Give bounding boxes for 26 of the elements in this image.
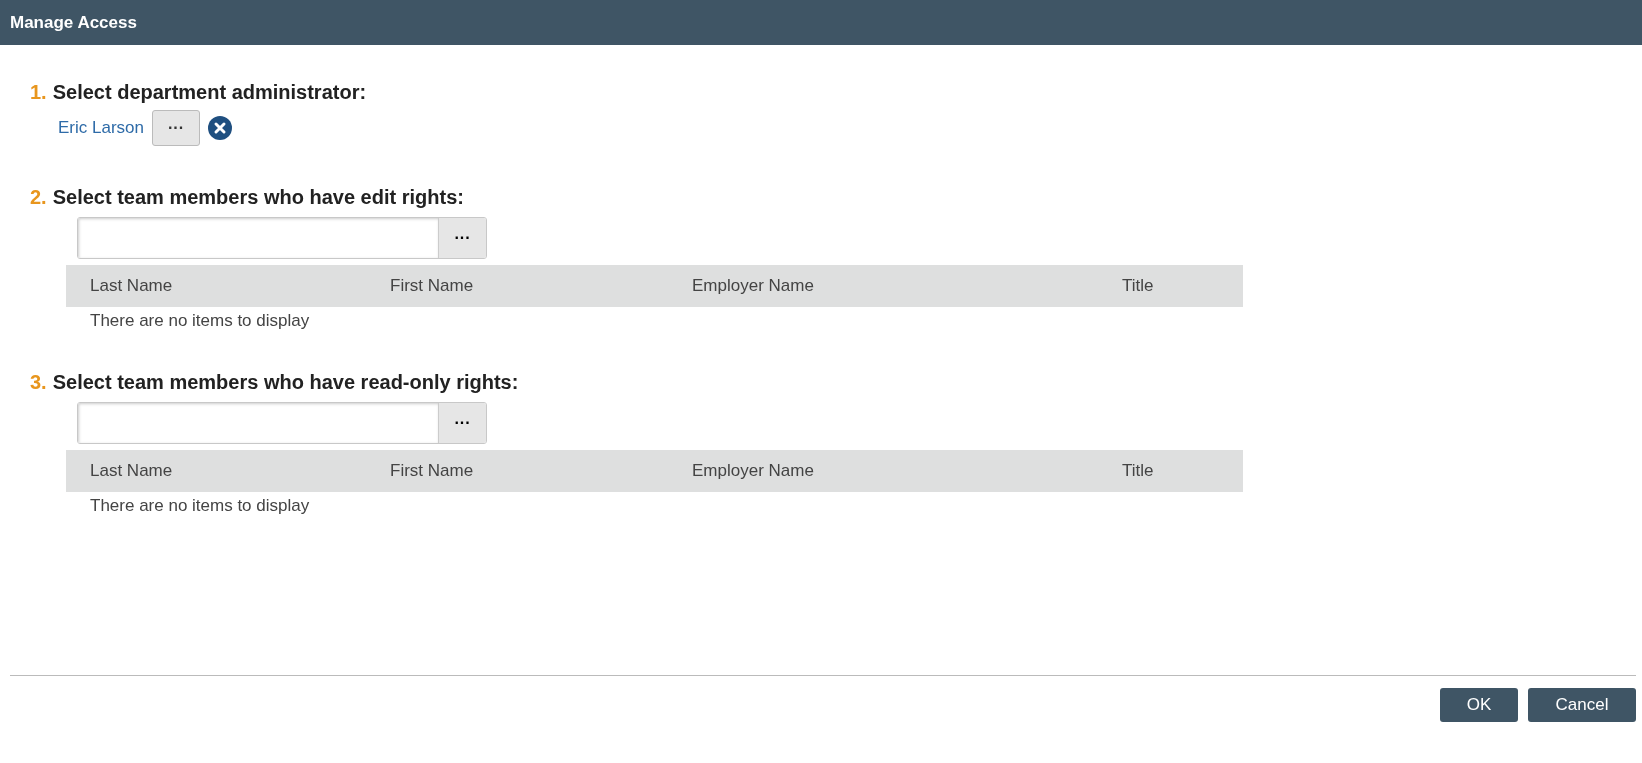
column-header: Last Name — [90, 461, 174, 481]
step-number: 1. — [30, 81, 47, 104]
step-title: Select team members who have read-only rights: — [52, 371, 519, 394]
person-link[interactable]: Eric Larson — [58, 118, 144, 138]
column-header: Employer Name — [692, 276, 815, 296]
empty-message: There are no items to display — [89, 310, 311, 331]
column-header: Employer Name — [692, 461, 815, 481]
column-header: First Name — [390, 276, 475, 296]
search-field[interactable]: ··· — [77, 402, 487, 444]
column-header: First Name — [390, 461, 475, 481]
dialog-button[interactable]: Cancel — [1528, 688, 1636, 722]
browse-button[interactable]: ··· — [438, 403, 486, 443]
step-number: 3. — [30, 371, 47, 394]
step-title: Select team members who have edit rights: — [52, 186, 464, 209]
clear-icon[interactable] — [208, 116, 232, 140]
window-title: Manage Access — [0, 0, 1642, 45]
column-header: Title — [1122, 276, 1155, 296]
dialog-button[interactable]: OK — [1440, 688, 1518, 722]
column-header: Last Name — [90, 276, 174, 296]
search-field[interactable]: ··· — [77, 217, 487, 259]
column-header: Title — [1122, 461, 1155, 481]
empty-message: There are no items to display — [89, 495, 311, 516]
step-title: Select department administrator: — [52, 81, 367, 104]
browse-button[interactable]: ··· — [438, 218, 486, 258]
step-number: 2. — [30, 186, 47, 209]
browse-button[interactable]: ··· — [152, 110, 200, 146]
